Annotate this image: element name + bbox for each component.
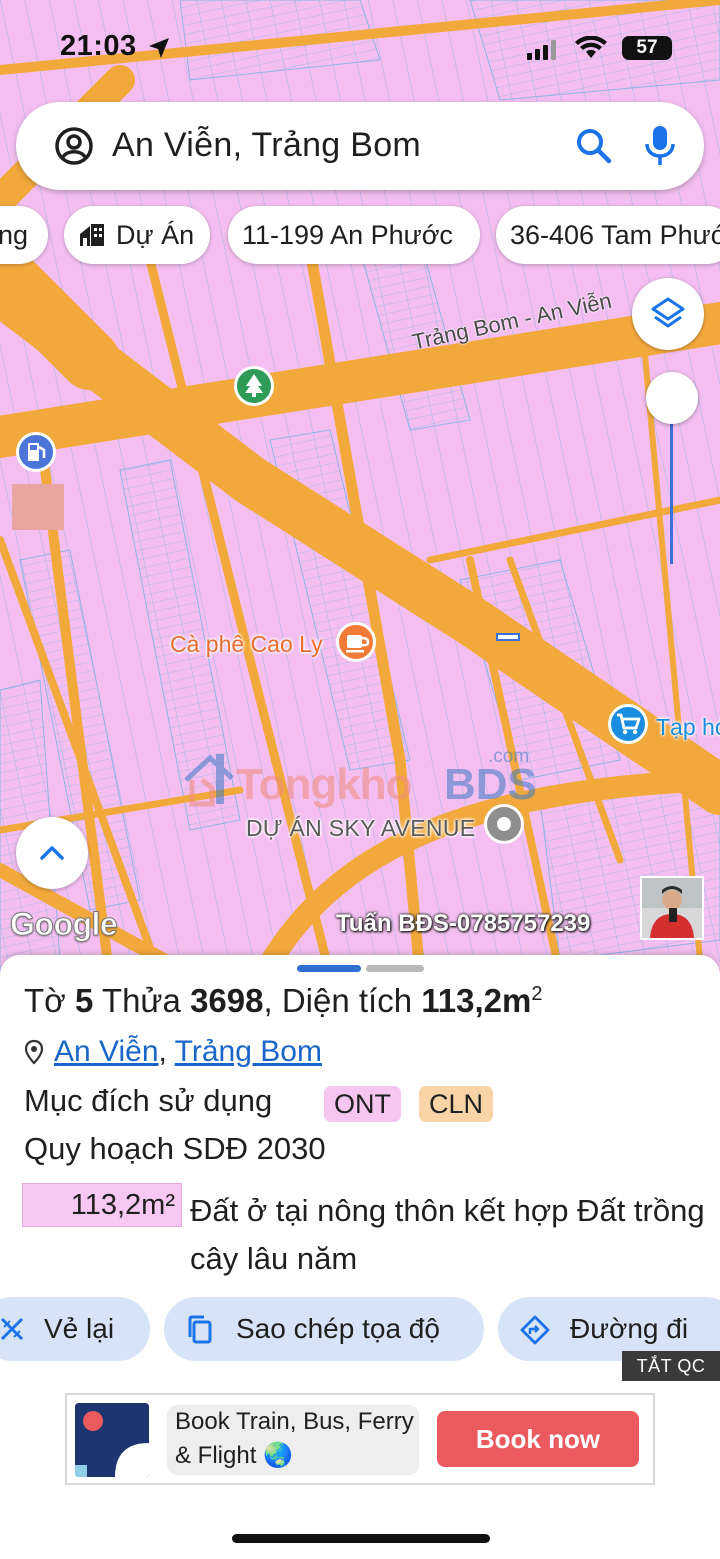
zoom-slider-thumb[interactable] (646, 372, 698, 424)
parcel-number: 3698 (190, 982, 264, 1019)
poi-label-project[interactable]: DỰ ÁN SKY AVENUE (246, 815, 475, 842)
tree-icon (245, 374, 263, 397)
purpose-label: Mục đích sử dụng (24, 1083, 273, 1118)
directions-icon (520, 1315, 550, 1345)
shopping-cart-icon (617, 713, 641, 735)
location-row: An Viễn, Trảng Bom (24, 1035, 322, 1069)
account-icon[interactable] (54, 126, 94, 166)
signal-icon (527, 40, 556, 60)
ad-book-now-button[interactable]: Book now (437, 1411, 639, 1467)
coffee-icon (346, 635, 370, 653)
plan-description: Đất ở tại nông thôn kết hợp Đất trồng câ… (190, 1193, 705, 1276)
ad-logo (75, 1403, 149, 1477)
purpose-tag-cln: CLN (419, 1086, 494, 1122)
search-icon[interactable] (574, 126, 614, 166)
ward-link[interactable]: An Viễn (54, 1035, 159, 1068)
purpose-tag-ont: ONT (324, 1086, 401, 1122)
coffee-pin[interactable] (336, 622, 376, 662)
chevron-up-icon (40, 846, 64, 860)
plan-area-badge: 113,2m² (22, 1183, 182, 1227)
location-pin-icon (24, 1039, 44, 1065)
layers-button[interactable] (632, 278, 704, 350)
building-icon (80, 224, 104, 246)
status-bar: 21:03 57 (0, 0, 720, 95)
status-time: 21:03 (60, 30, 137, 62)
ad-close-button[interactable]: TẮT QC (622, 1351, 720, 1381)
wifi-icon (575, 36, 607, 58)
park-pin[interactable] (234, 366, 274, 406)
travel-app-logo-icon (75, 1403, 149, 1477)
watermark: Tongkho BDS .com (182, 746, 537, 810)
gas-station-pin[interactable] (16, 432, 56, 472)
project-pin[interactable] (484, 804, 524, 844)
poi-label-coffee[interactable]: Cà phê Cao Ly (170, 631, 323, 658)
district-link[interactable]: Trảng Bom (175, 1035, 322, 1068)
chip-label: Dự Án (116, 220, 195, 250)
person-photo-icon (642, 878, 702, 938)
redraw-button[interactable]: Vẻ lại (0, 1297, 150, 1361)
sheet-page-indicator-active[interactable] (297, 965, 361, 972)
redraw-label: Vẻ lại (44, 1313, 115, 1344)
map-view[interactable]: 21:03 57 An Viễn, Trảng Bom ng Dự Án 11-… (0, 0, 720, 975)
battery-indicator: 57 (622, 36, 672, 60)
watermark-suffix: .com (488, 746, 530, 767)
area-value: 113,2m (421, 982, 532, 1019)
chip-an-phuoc[interactable]: 11-199 An Phước (228, 206, 480, 264)
chip-du-an[interactable]: Dự Án (64, 206, 210, 264)
ad-banner[interactable]: Book Train, Bus, Ferry & Flight 🌏 Book n… (65, 1393, 655, 1485)
search-bar[interactable]: An Viễn, Trảng Bom (16, 102, 704, 190)
copy-icon (188, 1315, 212, 1344)
directions-label: Đường đi (570, 1313, 689, 1344)
search-input[interactable]: An Viễn, Trảng Bom (112, 126, 421, 165)
avatar[interactable] (640, 876, 704, 940)
parcel-title: Tờ 5 Thửa 3698, Diện tích 113,2m2 (24, 982, 542, 1020)
house-logo-icon (184, 754, 234, 807)
microphone-icon[interactable] (644, 124, 676, 168)
google-logo: Google (9, 906, 118, 943)
copy-coordinates-button[interactable]: Sao chép tọa độ (164, 1297, 484, 1361)
store-pin[interactable] (608, 704, 648, 744)
layers-icon (651, 297, 685, 328)
credit-text: Tuấn BĐS-0785757239 (336, 910, 591, 937)
sheet-number: 5 (74, 982, 94, 1019)
sheet-page-indicator[interactable] (366, 965, 424, 972)
parcel-info-sheet: Tờ 5 Thửa 3698, Diện tích 113,2m2 An Viễ… (0, 955, 720, 1559)
plan-label: Quy hoạch SDĐ 2030 (24, 1131, 326, 1166)
watermark-text: Tongkho (236, 760, 412, 809)
parcel-label: Thửa (101, 982, 181, 1019)
location-arrow-icon (149, 38, 169, 58)
home-indicator[interactable] (232, 1534, 490, 1543)
poi-label-store[interactable]: Tạp hóa (656, 714, 720, 741)
place-icon (497, 817, 511, 831)
copy-coordinates-label: Sao chép tọa độ (236, 1313, 440, 1344)
title-prefix: Tờ (24, 982, 66, 1019)
gas-station-icon (28, 443, 46, 461)
area-label: , Diện tích (263, 982, 413, 1019)
chip-tam-phuoc[interactable]: 36-406 Tam Phước (496, 206, 720, 264)
redraw-icon (0, 1317, 24, 1341)
ad-text: Book Train, Bus, Ferry & Flight 🌏 (167, 1405, 419, 1475)
expand-sheet-button[interactable] (16, 817, 88, 889)
area-unit: 2 (531, 983, 543, 1005)
